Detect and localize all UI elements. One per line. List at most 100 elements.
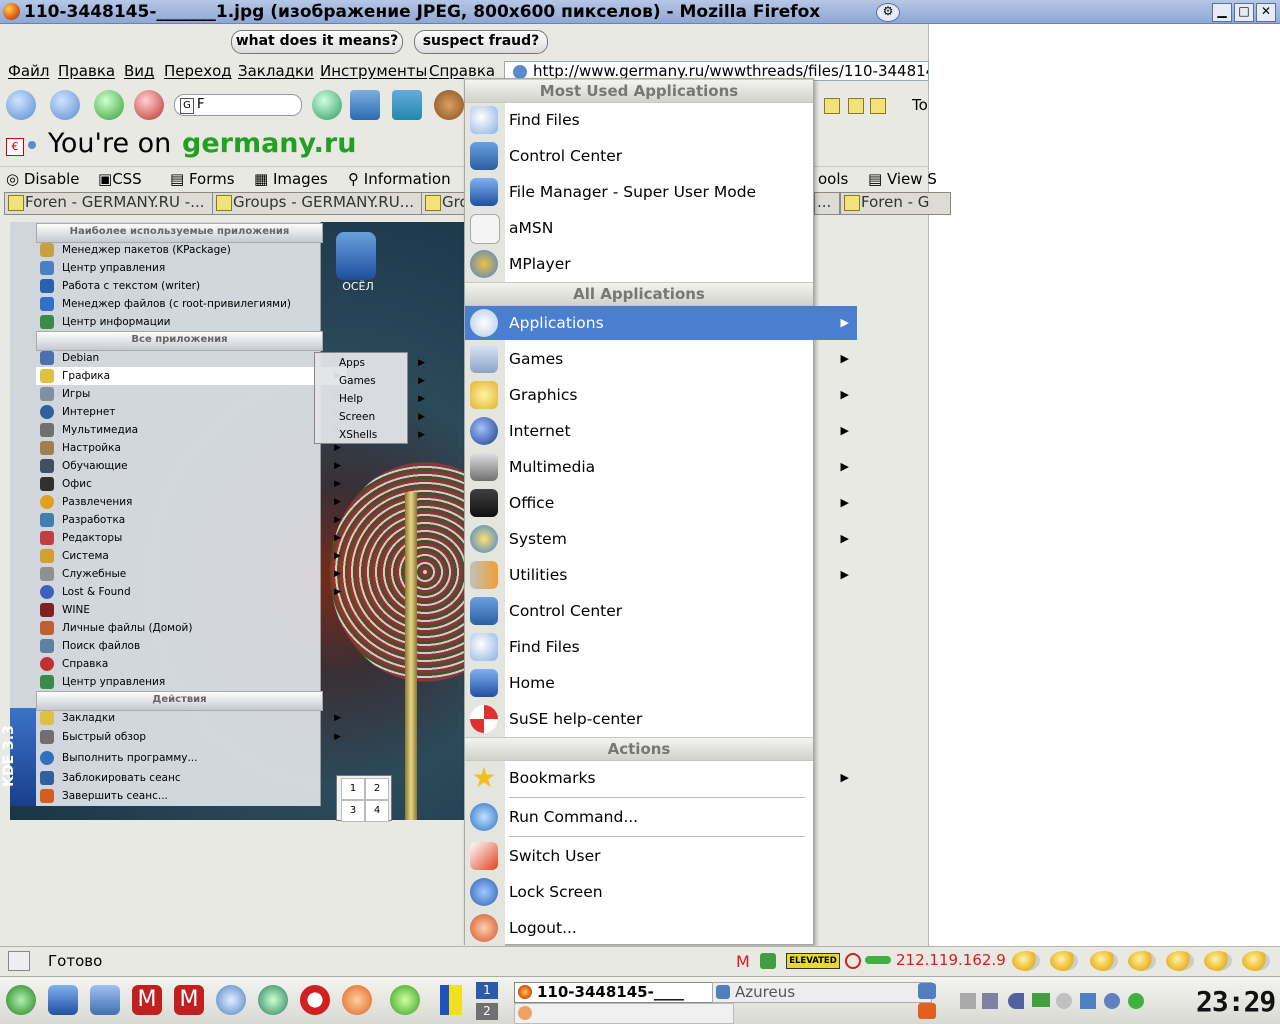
battery-icon[interactable] (1032, 993, 1050, 1007)
menu-graphics[interactable]: Graphics ▶ (465, 378, 857, 412)
menu-applications[interactable]: Applications ▶ (465, 306, 857, 340)
cookie-icon[interactable] (434, 90, 464, 120)
satellite-icon[interactable] (216, 985, 246, 1015)
klipper-icon[interactable] (960, 993, 976, 1009)
menu-switch-user[interactable]: Switch User (465, 839, 857, 873)
control-center-icon (470, 142, 498, 170)
menu-internet[interactable]: Internet ▶ (465, 414, 857, 448)
weather-icon[interactable] (1050, 951, 1078, 971)
network-icon[interactable] (90, 985, 120, 1015)
menu-file-manager-su[interactable]: File Manager - Super User Mode (465, 175, 857, 209)
menu-multimedia[interactable]: Multimedia ▶ (465, 450, 857, 484)
disable-menu[interactable]: ◎ Disable (6, 170, 80, 188)
menu-file[interactable]: Файл (8, 62, 49, 80)
menu-games[interactable]: Games ▶ (465, 342, 857, 376)
tray-icon[interactable] (982, 993, 998, 1009)
view-source-menu[interactable]: ▤ View S (868, 170, 937, 188)
menu-tools[interactable]: Инструменты (320, 62, 427, 80)
mail-icon[interactable]: M (132, 985, 162, 1015)
forms-menu[interactable]: ▤ Forms (170, 170, 235, 188)
lock-tray-icon[interactable] (918, 983, 936, 999)
virtual-desktop-1[interactable]: 1 (476, 982, 498, 999)
multimedia-icon (470, 453, 498, 481)
menu-bookmarks[interactable]: ★ Bookmarks ▶ (465, 761, 857, 795)
menu-edit[interactable]: Правка (58, 62, 115, 80)
weather-icon[interactable] (1012, 951, 1040, 971)
home-folder-icon[interactable] (48, 985, 78, 1015)
what-does-it-mean-button[interactable]: what does it means? (231, 30, 403, 54)
tray-ok-icon[interactable] (1128, 993, 1144, 1009)
menu-system[interactable]: System ▶ (465, 522, 857, 556)
menu-find-files-2[interactable]: Find Files (465, 630, 857, 664)
information-menu[interactable]: ⚲ Information (348, 170, 451, 188)
games-icon (470, 345, 498, 373)
menu-lock-screen[interactable]: Lock Screen (465, 875, 857, 909)
task-firefox[interactable]: 110-3448145-____ (514, 982, 734, 1003)
mail-alt-icon[interactable]: M (174, 985, 204, 1015)
menu-amsn[interactable]: aMSN (465, 211, 857, 245)
close-button[interactable]: ✕ (1256, 3, 1276, 22)
tab-foren[interactable]: Foren - GERMANY.RU -... (4, 192, 230, 215)
system-icon (470, 525, 498, 553)
tray-update-icon[interactable] (1104, 993, 1120, 1009)
menu-office[interactable]: Office ▶ (465, 486, 857, 520)
kde-side-banner: KDE 3.3 (1, 708, 36, 806)
minimize-button[interactable]: ▁ (1212, 3, 1232, 22)
block-icon[interactable] (845, 953, 861, 969)
stop-icon[interactable] (134, 90, 164, 120)
maximize-button[interactable]: □ (1234, 3, 1254, 22)
add-bookmark-icon[interactable] (392, 90, 422, 120)
menu-mplayer[interactable]: MPlayer (465, 247, 857, 281)
task-azureus[interactable]: Azureus (712, 982, 932, 1003)
kde-small-item: Личные файлы (Домой) (36, 619, 347, 637)
go-icon[interactable] (312, 90, 342, 120)
menu-find-files[interactable]: Find Files (465, 103, 857, 137)
gmail-icon[interactable]: M (736, 952, 750, 971)
forward-icon[interactable] (50, 90, 80, 120)
germany-site[interactable]: germany.ru (182, 128, 356, 159)
skype-icon[interactable] (342, 985, 372, 1015)
window-titlebar[interactable]: 110-3448145-_______1.jpg (изображение JP… (0, 0, 1280, 24)
disk-icon[interactable] (1056, 993, 1072, 1009)
tray-network-icon[interactable] (1080, 993, 1096, 1009)
search-input[interactable]: G F (174, 94, 302, 116)
menu-bookmarks[interactable]: Закладки (238, 62, 314, 80)
menu-logout[interactable]: Logout... (465, 911, 857, 945)
back-icon[interactable] (6, 90, 36, 120)
clock[interactable]: 23:29 (1196, 985, 1276, 1018)
menu-suse-help[interactable]: SuSE help-center (465, 702, 857, 736)
menu-view[interactable]: Вид (124, 62, 154, 80)
virtual-desktop-2[interactable]: 2 (476, 1003, 498, 1020)
menu-utilities[interactable]: Utilities ▶ (465, 558, 857, 592)
menu-control-center-2[interactable]: Control Center (465, 594, 857, 628)
menu-control-center[interactable]: Control Center (465, 139, 857, 173)
weather-icon[interactable] (1166, 951, 1194, 971)
menu-go[interactable]: Переход (164, 62, 232, 80)
images-menu[interactable]: ▦ Images (254, 170, 328, 188)
opera-icon[interactable] (300, 985, 330, 1015)
logout-tray-icon[interactable] (918, 1003, 936, 1019)
css-menu[interactable]: ▣CSS (98, 170, 142, 188)
kde-small-item: Быстрый обзор ▶ (36, 728, 347, 746)
check-icon[interactable] (760, 953, 776, 969)
tab-groups[interactable]: Groups - GERMANY.RU... (212, 192, 440, 215)
euro-icon[interactable]: € (6, 138, 24, 156)
menu-run-command[interactable]: Run Command... (465, 800, 857, 834)
task-skype[interactable] (514, 1003, 734, 1024)
start-menu-icon[interactable] (6, 985, 36, 1015)
kde-small-item: Выполнить программу... (36, 749, 347, 767)
weather-icon[interactable] (1242, 951, 1270, 971)
status-icon (8, 951, 30, 971)
weather-icon[interactable] (1204, 951, 1232, 971)
icq-icon[interactable] (390, 985, 420, 1015)
home-icon[interactable] (350, 90, 380, 120)
azureus-icon[interactable] (258, 985, 288, 1015)
window-menu-icon[interactable]: ⚙ (876, 3, 900, 22)
weather-icon[interactable] (1128, 951, 1156, 971)
suspect-fraud-button[interactable]: suspect fraud? (414, 30, 548, 54)
weather-icon[interactable] (1090, 951, 1118, 971)
menu-home[interactable]: Home (465, 666, 857, 700)
volume-icon[interactable] (1008, 993, 1024, 1009)
bookmark-icon[interactable] (870, 98, 886, 114)
reload-icon[interactable] (94, 90, 124, 120)
